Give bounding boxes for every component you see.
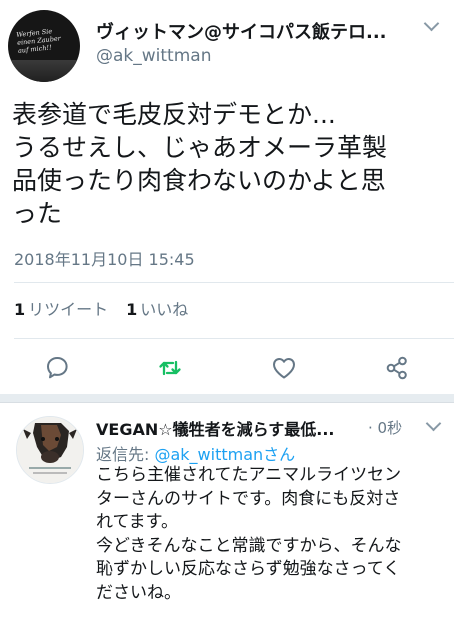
reply-to-line: 返信先: @ak_wittmanさん	[96, 441, 295, 465]
author-handle[interactable]: @ak_wittman	[96, 46, 211, 66]
tweet-stats: 1 リツイート 1 いいね	[14, 296, 188, 320]
reply-text-line: 恥ずかしい反応なさらず勉強なさってく	[96, 559, 401, 579]
section-separator	[0, 394, 454, 403]
speech-bubble-icon[interactable]	[43, 354, 71, 382]
reply-author-avatar[interactable]	[16, 416, 84, 484]
tweet-text: 表参道で毛皮反対デモとか... うるせえし、じゃあオメーラ革製 品使ったり肉食わ…	[12, 98, 448, 230]
heart-icon[interactable]	[270, 354, 298, 382]
retweet-stat[interactable]: 1 リツイート	[14, 300, 108, 319]
tweet-header: Werfen Sie einen Zauber auf mich!! ヴィットマ…	[0, 0, 454, 86]
divider	[14, 282, 454, 283]
avatar-shoulder	[8, 60, 80, 82]
reply-text: こちら主催されてたアニマルライツセン ターさんのサイトです。肉食にも反対さ れて…	[96, 464, 450, 605]
reply-text-line: 今どきそんなこと常識ですから、そんな	[96, 535, 402, 556]
like-label: いいね	[140, 300, 189, 319]
reply-to-handle-link[interactable]: @ak_wittmanさん	[154, 445, 295, 464]
share-nodes-icon[interactable]	[383, 354, 411, 382]
divider	[14, 338, 454, 339]
reply-text-line: ターさんのサイトです。肉食にも反対さ	[96, 488, 401, 509]
reply-time: · 0秒	[368, 419, 403, 437]
reply-text-line: れてます。	[96, 512, 178, 532]
reply-to-prefix: 返信先:	[96, 445, 155, 464]
tweet-action-bar	[0, 348, 454, 388]
tweet-text-line: 品使ったり肉食わないのかよと思	[12, 166, 386, 195]
like-stat[interactable]: 1 いいね	[126, 300, 188, 319]
reply-author-display-name[interactable]: VEGAN☆犠牲者を減らす最低...	[96, 416, 364, 440]
retweet-label: リツイート	[28, 300, 109, 319]
retweet-count: 1	[14, 300, 26, 319]
author-avatar[interactable]: Werfen Sie einen Zauber auf mich!!	[8, 10, 80, 82]
tweet-text-line: った	[12, 199, 63, 228]
avatar-handwriting: Werfen Sie einen Zauber auf mich!!	[15, 27, 62, 55]
like-count: 1	[126, 300, 138, 319]
retweet-arrows-icon[interactable]	[156, 354, 184, 382]
reply-text-line: ださいね。	[96, 582, 181, 603]
tweet-timestamp: 2018年11月10日 15:45	[14, 250, 195, 269]
cow-avatar-image	[17, 417, 83, 483]
reply-text-line: こちら主催されてたアニマルライツセン	[96, 465, 402, 485]
chevron-down-icon[interactable]	[423, 15, 440, 32]
author-display-name[interactable]: ヴィットマン@サイコパス飯テロ...	[96, 18, 396, 44]
tweet-text-line: 表参道で毛皮反対デモとか...	[12, 100, 336, 129]
tweet-text-line: うるせえし、じゃあオメーラ革製	[12, 133, 388, 162]
chevron-down-icon[interactable]	[425, 415, 442, 432]
